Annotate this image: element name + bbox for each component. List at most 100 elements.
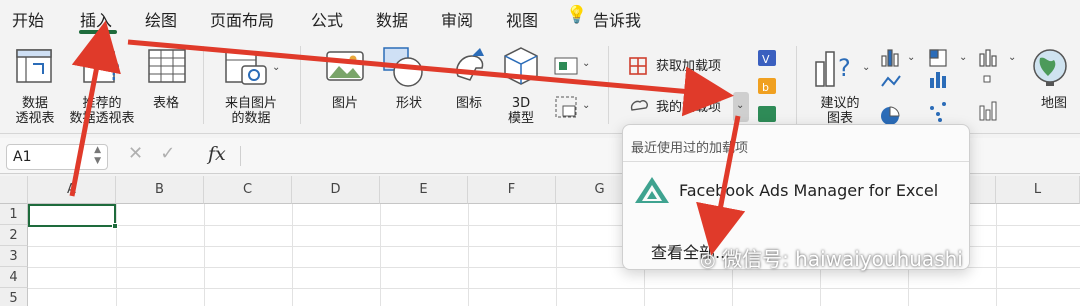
- my-addins-label: 我的加载项: [656, 100, 722, 115]
- recommended-pivot-label: 推荐的 数据透视表: [69, 96, 135, 126]
- icons-icon: [456, 48, 484, 81]
- chevron-down-icon[interactable]: ⌄: [862, 62, 870, 73]
- name-box[interactable]: A1 ▲ ▼: [6, 144, 108, 170]
- selected-cell-a1[interactable]: [28, 204, 116, 227]
- bing-icon[interactable]: b: [756, 76, 778, 96]
- tab-draw[interactable]: 绘图: [145, 7, 177, 31]
- recommended-charts-label: 建议的 图表: [820, 96, 860, 126]
- row-header[interactable]: 5: [0, 288, 28, 306]
- 3d-models-label: 3D 模型: [507, 96, 534, 126]
- formula-separator: [240, 146, 241, 166]
- my-addins-dropdown-button[interactable]: ⌄: [733, 92, 749, 122]
- tab-home[interactable]: 开始: [12, 7, 44, 31]
- stepper-icon[interactable]: ▲ ▼: [94, 145, 101, 167]
- chart-types-gallery[interactable]: [880, 46, 1020, 130]
- svg-text:?: ?: [108, 58, 121, 86]
- table-label: 表格: [152, 96, 179, 111]
- row-header[interactable]: 1: [0, 204, 28, 225]
- picture-icon: [326, 51, 364, 81]
- formula-input[interactable]: [244, 144, 624, 168]
- tab-review[interactable]: 审阅: [441, 7, 473, 31]
- chevron-down-icon[interactable]: ⌄: [582, 58, 590, 69]
- active-tab-indicator: [79, 30, 117, 34]
- tab-insert[interactable]: 插入: [80, 7, 112, 31]
- row-header[interactable]: 4: [0, 267, 28, 288]
- ribbon-insert: 数据 透视表 ? 推荐的 数据透视表 表格 ⌄ 来自图片 的数据 图片 形状 图…: [0, 38, 1080, 134]
- menu-separator: [623, 161, 969, 162]
- formula-cancel-confirm: ✕ ✓: [128, 143, 175, 164]
- column-header[interactable]: L: [996, 176, 1080, 204]
- svg-text:?: ?: [838, 54, 851, 82]
- gridline: [556, 204, 557, 306]
- table-icon: [148, 49, 186, 83]
- recommended-charts-icon: ?: [815, 51, 851, 87]
- watermark-text: 微信号: haiwaiyouhuashi: [722, 247, 963, 271]
- chevron-down-icon[interactable]: ⌄: [1008, 52, 1016, 63]
- gridline: [204, 204, 205, 306]
- pictures-label: 图片: [331, 96, 358, 111]
- gridline: [116, 204, 117, 306]
- ribbon-separator: [796, 46, 797, 124]
- shapes-label: 形状: [395, 96, 422, 111]
- tab-page-layout[interactable]: 页面布局: [210, 7, 274, 31]
- recent-addins-heading: 最近使用过的加载项: [631, 141, 749, 156]
- globe-icon: [1033, 49, 1067, 86]
- people-graph-icon[interactable]: [756, 104, 778, 124]
- tab-tell-me[interactable]: 告诉我: [593, 7, 641, 31]
- get-addins-label: 获取加载项: [656, 59, 722, 74]
- gridline: [380, 204, 381, 306]
- tab-formulas[interactable]: 公式: [311, 7, 343, 31]
- chevron-down-icon[interactable]: ⌄: [272, 62, 280, 73]
- ribbon-tab-bar: 开始 插入 绘图 页面布局 公式 数据 审阅 视图 💡 告诉我: [0, 0, 1080, 38]
- tab-data[interactable]: 数据: [376, 7, 408, 31]
- watermark: ◎ 微信号: haiwaiyouhuashi: [700, 243, 963, 272]
- chevron-down-icon[interactable]: ⌄: [907, 52, 915, 63]
- shapes-icon: [383, 47, 423, 87]
- addins-icon: [630, 99, 649, 111]
- maps-label: 地图: [1040, 96, 1067, 111]
- ribbon-separator: [203, 46, 204, 124]
- recommended-pivot-icon: ?: [83, 51, 121, 86]
- column-header[interactable]: E: [380, 176, 468, 204]
- menu-item-label: Facebook Ads Manager for Excel: [679, 181, 939, 200]
- row-header[interactable]: 3: [0, 246, 28, 267]
- smartart-icon[interactable]: [553, 54, 579, 76]
- pivot-table-icon: [16, 49, 52, 83]
- column-header[interactable]: D: [292, 176, 380, 204]
- icons-label: 图标: [455, 96, 482, 111]
- svg-text:V: V: [762, 53, 770, 66]
- column-header[interactable]: B: [116, 176, 204, 204]
- gridline: [28, 288, 1080, 289]
- ribbon-separator: [608, 46, 609, 124]
- cube-icon: [504, 47, 538, 85]
- cell-ref-text: A1: [13, 149, 32, 165]
- chevron-down-icon: ⌄: [736, 100, 745, 111]
- column-header[interactable]: F: [468, 176, 556, 204]
- from-picture-label: 来自图片 的数据: [224, 96, 277, 126]
- select-all-corner[interactable]: [0, 176, 28, 204]
- row-header[interactable]: 2: [0, 225, 28, 246]
- ribbon-separator: [300, 46, 301, 124]
- excel-window: 开始 插入 绘图 页面布局 公式 数据 审阅 视图 💡 告诉我 数据 透视表 ?…: [0, 0, 1080, 306]
- wechat-icon: ◎: [700, 250, 716, 271]
- gridline: [292, 204, 293, 306]
- fill-handle[interactable]: [112, 223, 118, 229]
- store-icon: [629, 57, 647, 75]
- gridline: [996, 204, 997, 306]
- facebook-ads-manager-icon: [635, 177, 669, 203]
- gridline: [468, 204, 469, 306]
- chevron-down-icon[interactable]: ⌄: [582, 100, 590, 111]
- svg-text:b: b: [762, 81, 769, 94]
- tab-view[interactable]: 视图: [506, 7, 538, 31]
- chevron-down-icon[interactable]: ⌄: [959, 52, 967, 63]
- pivot-table-label: 数据 透视表: [15, 96, 55, 126]
- insert-function-button[interactable]: fx: [208, 143, 226, 165]
- screenshot-icon[interactable]: [553, 94, 579, 120]
- column-header[interactable]: C: [204, 176, 292, 204]
- lightbulb-icon: 💡: [566, 5, 588, 25]
- data-from-picture-icon: [225, 51, 267, 85]
- cancel-icon[interactable]: ✕: [128, 143, 143, 164]
- visio-icon[interactable]: V: [756, 48, 778, 68]
- check-icon[interactable]: ✓: [160, 143, 175, 164]
- column-header[interactable]: A: [28, 176, 116, 204]
